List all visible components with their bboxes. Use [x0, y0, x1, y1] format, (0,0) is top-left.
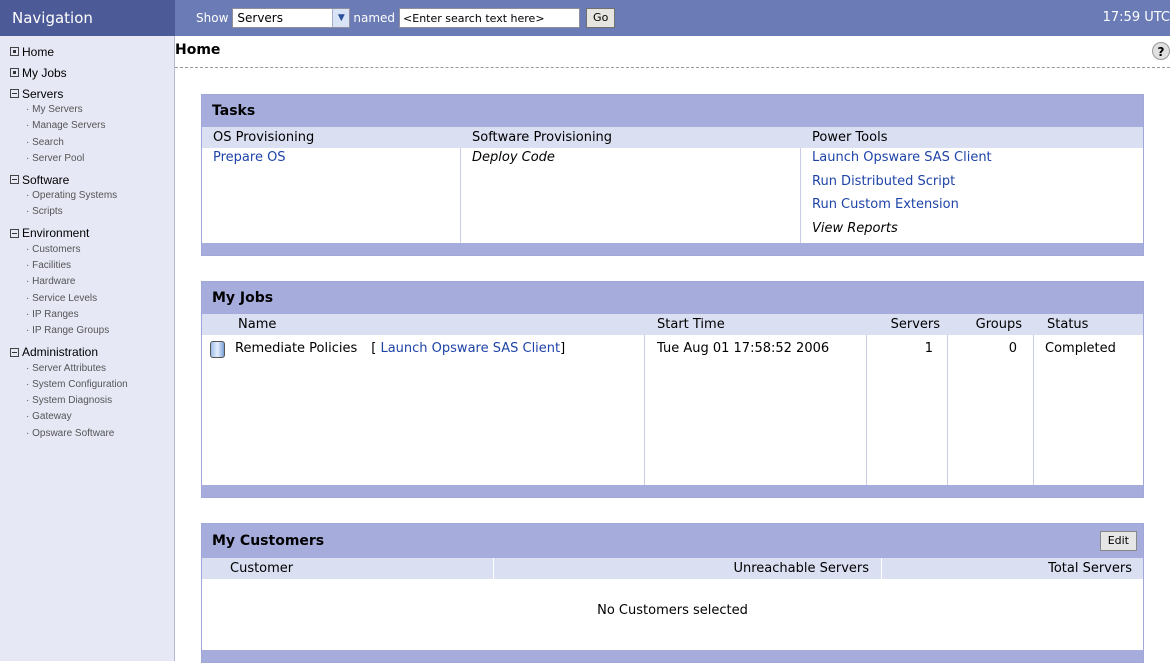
named-label: named — [353, 11, 396, 25]
my-customers-panel: My Customers Edit Customer Unreachable S… — [201, 523, 1144, 663]
sidebar-item-label: Environment — [22, 226, 90, 241]
sidebar-subitem-operating-systems[interactable]: · Operating Systems — [26, 188, 174, 204]
panel-footer — [202, 243, 1143, 255]
sidebar-item-label: Home — [22, 44, 55, 59]
top-bar: Navigation Show Servers ▼ named Go 17:59… — [0, 0, 1170, 36]
sidebar-subitem-service-levels[interactable]: · Service Levels — [26, 291, 174, 307]
sidebar-subitem-scripts[interactable]: · Scripts — [26, 204, 174, 220]
sidebar-subitem-server-pool[interactable]: · Server Pool — [26, 151, 174, 167]
sidebar-subitem-system-diagnosis[interactable]: · System Diagnosis — [26, 393, 174, 409]
customers-column-headers: Customer Unreachable Servers Total Serve… — [202, 558, 1143, 579]
navigation-header: Navigation — [0, 0, 175, 36]
collapse-icon[interactable] — [10, 228, 19, 238]
divider — [175, 67, 1170, 68]
sidebar-item-label: Software — [22, 172, 70, 187]
sidebar: Home My Jobs Servers · My Servers · Mana… — [0, 36, 175, 661]
help-icon[interactable]: ? — [1152, 42, 1170, 60]
task-launch-sas-client-link[interactable]: Launch Opsware SAS Client — [812, 150, 1143, 174]
tasks-title: Tasks — [202, 95, 1143, 127]
task-deploy-code: Deploy Code — [472, 150, 555, 165]
sidebar-subitem-search[interactable]: · Search — [26, 135, 174, 151]
column-header-status: Status — [1047, 317, 1089, 332]
sidebar-item-home[interactable]: Home — [10, 43, 174, 60]
jobs-column-headers: Name Start Time Servers Groups Status — [202, 314, 1143, 335]
empty-message: No Customers selected — [597, 603, 748, 618]
tasks-body: Prepare OS Deploy Code Launch Opsware SA… — [202, 148, 1143, 243]
tasks-column-headers: OS Provisioning Software Provisioning Po… — [202, 127, 1143, 148]
job-start-time: Tue Aug 01 17:58:52 2006 — [645, 335, 867, 487]
job-groups: 0 — [948, 335, 1034, 487]
sidebar-item-administration[interactable]: Administration — [10, 344, 174, 361]
panel-footer — [202, 485, 1143, 497]
sidebar-subitem-my-servers[interactable]: · My Servers — [26, 102, 174, 118]
my-customers-title: My Customers — [212, 533, 325, 549]
search-bar: Show Servers ▼ named Go 17:59 UTC — [175, 0, 1170, 36]
search-input[interactable] — [399, 8, 581, 28]
panel-footer — [202, 650, 1143, 662]
my-jobs-panel: My Jobs Name Start Time Servers Groups S… — [201, 281, 1144, 498]
search-type-select[interactable]: Servers ▼ — [232, 8, 351, 28]
column-header-unreachable-servers: Unreachable Servers — [494, 558, 882, 579]
sidebar-item-label: My Jobs — [22, 65, 67, 80]
sidebar-item-software[interactable]: Software — [10, 171, 174, 188]
sidebar-subitem-customers[interactable]: · Customers — [26, 242, 174, 258]
column-header: Software Provisioning — [472, 130, 613, 145]
my-customers-header: My Customers Edit — [202, 524, 1143, 558]
sidebar-subitem-system-configuration[interactable]: · System Configuration — [26, 377, 174, 393]
tasks-panel: Tasks OS Provisioning Software Provision… — [201, 94, 1144, 256]
task-run-distributed-script-link[interactable]: Run Distributed Script — [812, 174, 1143, 198]
sidebar-item-my-jobs[interactable]: My Jobs — [10, 64, 174, 81]
column-header: Power Tools — [812, 130, 888, 145]
job-servers: 1 — [867, 335, 948, 487]
sidebar-item-servers[interactable]: Servers — [10, 85, 174, 102]
sidebar-subitem-hardware[interactable]: · Hardware — [26, 274, 174, 290]
main-content: Home ? Tasks OS Provisioning Software Pr… — [175, 36, 1170, 663]
job-name: Remediate Policies — [235, 341, 358, 356]
job-status: Completed — [1045, 341, 1116, 356]
task-prepare-os-link[interactable]: Prepare OS — [213, 150, 460, 173]
column-header-total-servers: Total Servers — [1048, 561, 1132, 576]
column-header-servers: Servers — [890, 317, 940, 332]
clock: 17:59 UTC — [1102, 10, 1170, 25]
sidebar-item-environment[interactable]: Environment — [10, 225, 174, 242]
chevron-down-icon[interactable]: ▼ — [332, 9, 350, 27]
my-jobs-title: My Jobs — [202, 282, 1143, 314]
job-link-close-bracket: ] — [560, 341, 566, 356]
column-header-start-time: Start Time — [657, 317, 725, 332]
task-run-custom-extension-link[interactable]: Run Custom Extension — [812, 197, 1143, 221]
sidebar-subitem-manage-servers[interactable]: · Manage Servers — [26, 118, 174, 134]
sidebar-subitem-facilities[interactable]: · Facilities — [26, 258, 174, 274]
server-job-icon — [210, 341, 225, 358]
column-header-groups: Groups — [975, 317, 1022, 332]
sidebar-subitem-ip-range-groups[interactable]: · IP Range Groups — [26, 323, 174, 339]
column-header: OS Provisioning — [213, 130, 315, 145]
sidebar-subitem-ip-ranges[interactable]: · IP Ranges — [26, 307, 174, 323]
column-header-customer: Customer — [202, 558, 494, 579]
edit-button[interactable]: Edit — [1099, 531, 1137, 551]
job-link-open-bracket: [ — [371, 341, 381, 356]
column-header-name: Name — [238, 317, 277, 332]
sidebar-subitem-opsware-software[interactable]: · Opsware Software — [26, 426, 174, 442]
table-row[interactable]: Remediate Policies [ Launch Opsware SAS … — [202, 335, 1143, 487]
collapse-icon[interactable] — [10, 347, 19, 357]
sidebar-subitem-gateway[interactable]: · Gateway — [26, 409, 174, 425]
sidebar-item-label: Servers — [22, 86, 64, 101]
collapse-icon[interactable] — [10, 175, 19, 185]
square-icon — [10, 68, 19, 77]
show-label: Show — [196, 11, 229, 25]
go-button[interactable]: Go — [586, 8, 616, 28]
search-type-value: Servers — [237, 11, 283, 25]
collapse-icon[interactable] — [10, 89, 19, 98]
square-icon — [10, 47, 19, 56]
job-launch-sas-client-link[interactable]: Launch Opsware SAS Client — [380, 341, 560, 356]
sidebar-subitem-server-attributes[interactable]: · Server Attributes — [26, 361, 174, 377]
task-view-reports: View Reports — [812, 220, 898, 236]
sidebar-item-label: Administration — [22, 345, 99, 360]
page-title: Home — [175, 42, 221, 58]
